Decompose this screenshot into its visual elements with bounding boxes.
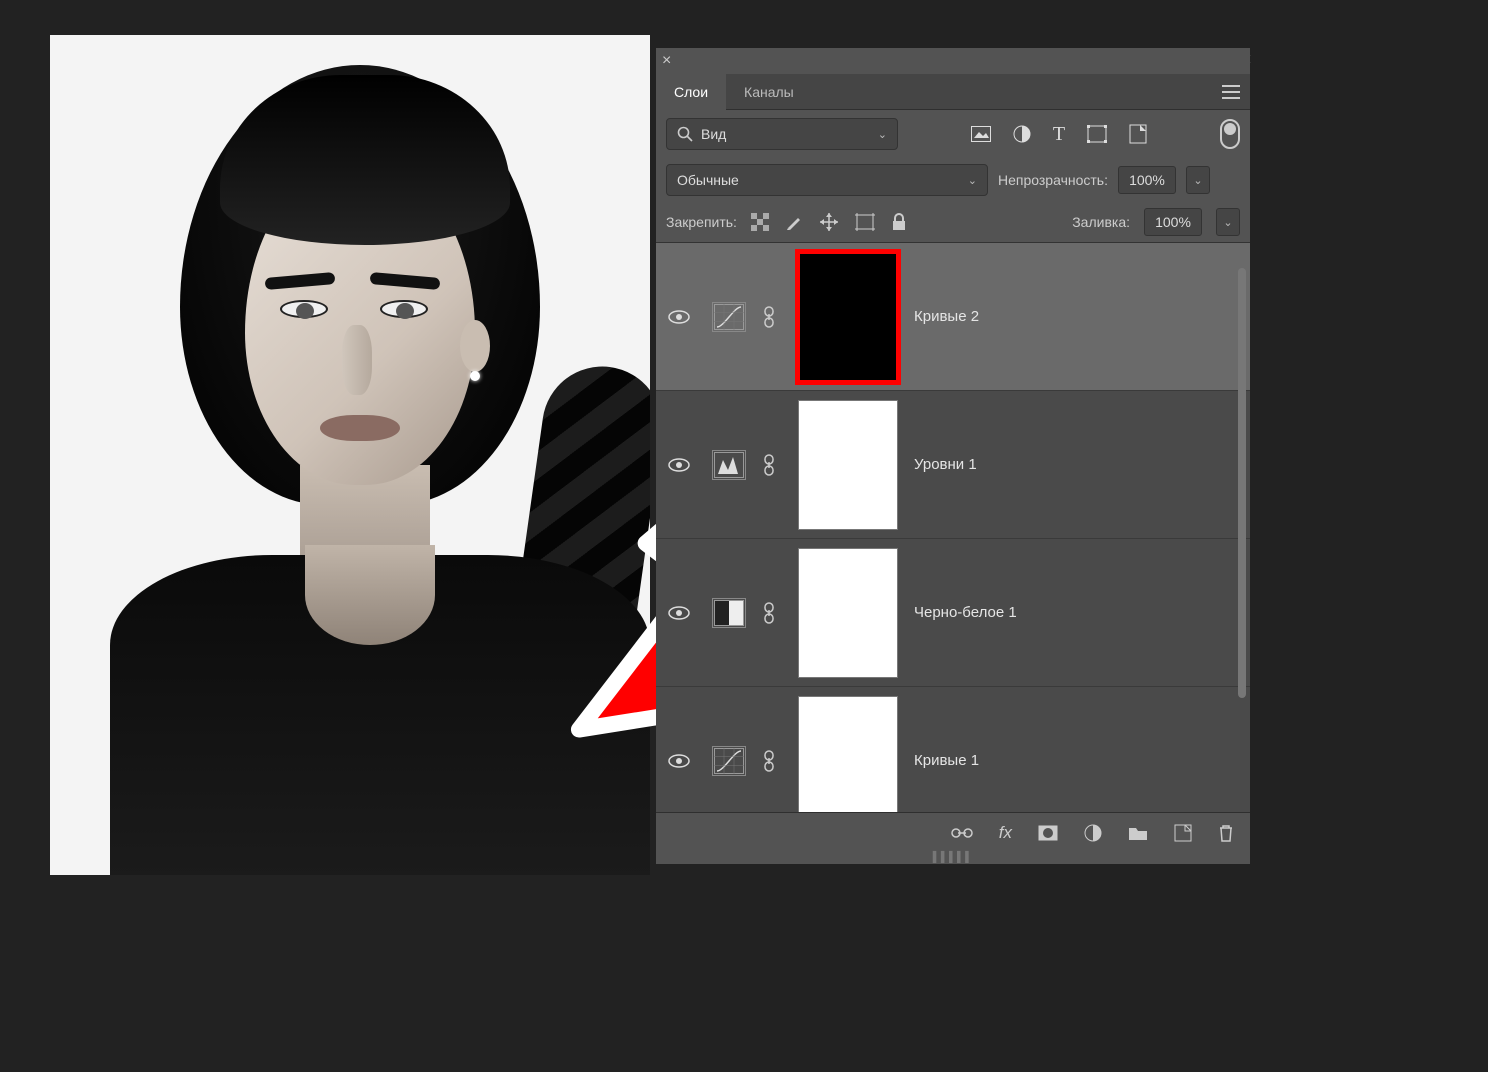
layer-name[interactable]: Кривые 1 (914, 752, 979, 769)
layer-name[interactable]: Черно-белое 1 (914, 604, 1017, 621)
layer-filter-label: Вид (701, 126, 726, 142)
mask-link-icon[interactable] (762, 750, 782, 772)
blend-mode-value: Обычные (677, 172, 739, 188)
visibility-toggle[interactable] (668, 753, 696, 769)
adjustment-thumb[interactable] (712, 450, 746, 480)
layer-mask-thumb[interactable] (798, 548, 898, 678)
mask-link-icon[interactable] (762, 454, 782, 476)
search-icon (677, 126, 693, 142)
chevron-down-icon: ⌄ (878, 128, 887, 141)
panel-footer: fx (656, 812, 1250, 852)
adjust-filter-icon[interactable] (1013, 125, 1031, 143)
opacity-label: Непрозрачность: (998, 172, 1108, 188)
visibility-toggle[interactable] (668, 605, 696, 621)
panel-resize-grip[interactable]: ▌▌▌▌▌ (656, 852, 1250, 864)
new-layer-icon[interactable] (1174, 824, 1192, 842)
layers-scrollbar[interactable] (1236, 264, 1248, 844)
lock-brush-icon[interactable] (785, 213, 803, 231)
chevron-down-icon: ⌄ (968, 174, 977, 187)
adjustment-thumb[interactable] (712, 598, 746, 628)
lock-pixels-icon[interactable] (751, 213, 769, 231)
layer-row[interactable]: Кривые 2 (656, 243, 1250, 391)
layer-mask-thumb[interactable] (798, 696, 898, 813)
lock-all-icon[interactable] (891, 213, 907, 231)
scroll-thumb[interactable] (1238, 268, 1246, 698)
fill-chevron[interactable]: ⌄ (1216, 208, 1240, 236)
fx-icon[interactable]: fx (999, 823, 1012, 843)
panel-close-icon[interactable]: × (662, 52, 671, 70)
link-icon[interactable] (951, 826, 973, 840)
lock-artboard-icon[interactable] (855, 213, 875, 231)
portrait-image (50, 35, 650, 875)
layer-filter-dropdown[interactable]: Вид ⌄ (666, 118, 898, 150)
shape-filter-icon[interactable] (1087, 125, 1107, 143)
layer-name[interactable]: Кривые 2 (914, 308, 979, 325)
layer-mask-thumb[interactable] (798, 400, 898, 530)
adjustment-thumb[interactable] (712, 302, 746, 332)
adjustment-icon[interactable] (1084, 824, 1102, 842)
blend-mode-dropdown[interactable]: Обычные ⌄ (666, 164, 988, 196)
tab-layers[interactable]: Слои (656, 74, 726, 110)
opacity-chevron[interactable]: ⌄ (1186, 166, 1210, 194)
panel-tabs: Слои Каналы (656, 74, 1250, 110)
lock-label: Закрепить: (666, 214, 737, 230)
image-filter-icon[interactable] (971, 126, 991, 142)
group-icon[interactable] (1128, 825, 1148, 841)
layer-row[interactable]: Черно-белое 1 (656, 539, 1250, 687)
trash-icon[interactable] (1218, 824, 1234, 842)
panel-menu-icon[interactable] (1212, 85, 1250, 99)
filter-toggle[interactable] (1220, 119, 1240, 149)
mask-link-icon[interactable] (762, 602, 782, 624)
layer-row[interactable]: Уровни 1 (656, 391, 1250, 539)
fill-label: Заливка: (1072, 214, 1130, 230)
type-filter-icon[interactable]: T (1053, 123, 1065, 146)
mask-icon[interactable] (1038, 825, 1058, 841)
lock-position-icon[interactable] (819, 212, 839, 232)
layers-list: Кривые 2 Уровни 1 Черно-белое 1 Кривые 1 (656, 242, 1250, 812)
filter-icons: T (971, 123, 1147, 146)
layer-name[interactable]: Уровни 1 (914, 456, 977, 473)
tab-channels[interactable]: Каналы (726, 74, 812, 110)
opacity-value[interactable]: 100% (1118, 166, 1176, 194)
smartobj-filter-icon[interactable] (1129, 124, 1147, 144)
visibility-toggle[interactable] (668, 309, 696, 325)
layer-row[interactable]: Кривые 1 (656, 687, 1250, 812)
adjustment-thumb[interactable] (712, 746, 746, 776)
mask-link-icon[interactable] (762, 306, 782, 328)
layer-mask-thumb[interactable] (798, 252, 898, 382)
fill-value[interactable]: 100% (1144, 208, 1202, 236)
layers-panel: × Слои Каналы Вид ⌄ T Обычные ⌄ Непрозра… (656, 48, 1250, 864)
visibility-toggle[interactable] (668, 457, 696, 473)
document-canvas[interactable] (50, 35, 650, 875)
